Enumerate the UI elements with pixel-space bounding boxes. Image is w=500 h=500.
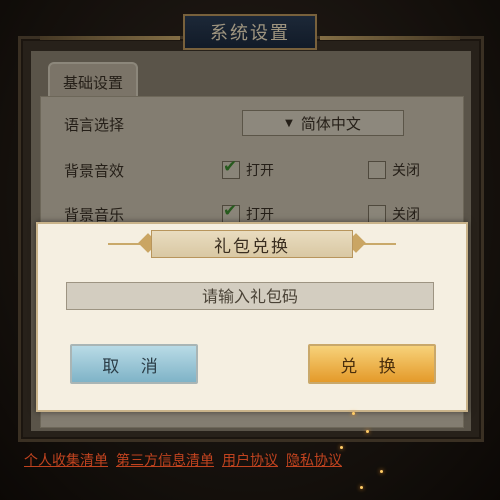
spark-effect <box>366 430 369 433</box>
dialog-title: 礼包兑换 <box>151 230 353 258</box>
link-personal-info-list[interactable]: 个人收集清单 <box>24 450 108 470</box>
link-third-party-info-list[interactable]: 第三方信息清单 <box>116 450 214 470</box>
cancel-button[interactable]: 取 消 <box>70 344 198 384</box>
footer-links: 个人收集清单 第三方信息清单 用户协议 隐私协议 <box>24 450 342 470</box>
link-user-agreement[interactable]: 用户协议 <box>222 450 278 470</box>
spark-effect <box>340 446 343 449</box>
spark-effect <box>352 412 355 415</box>
spark-effect <box>360 486 363 489</box>
gift-code-input[interactable] <box>66 282 434 310</box>
link-privacy-policy[interactable]: 隐私协议 <box>286 450 342 470</box>
spark-effect <box>380 470 383 473</box>
gift-code-dialog: 礼包兑换 取 消 兑 换 <box>36 222 468 412</box>
dialog-title-band: 礼包兑换 <box>38 228 466 258</box>
redeem-button[interactable]: 兑 换 <box>308 344 436 384</box>
